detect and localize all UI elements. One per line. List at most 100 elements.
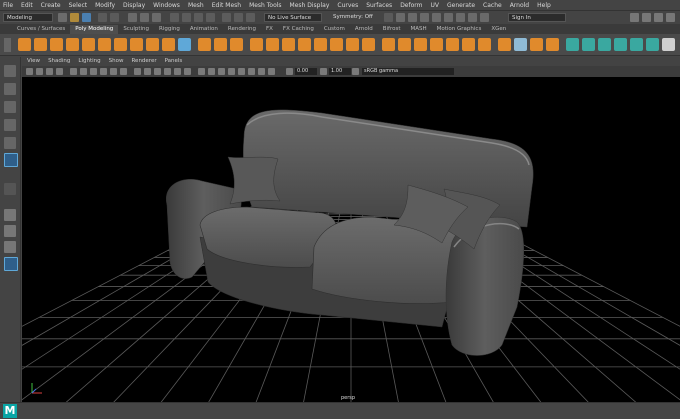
menu-display[interactable]: Display	[123, 2, 145, 9]
shelf-tab-animation[interactable]: Animation	[185, 25, 223, 34]
field-chart-icon[interactable]	[110, 68, 117, 75]
camera-tool-icon[interactable]	[468, 13, 477, 22]
shelf-tab-custom[interactable]: Custom	[319, 25, 350, 34]
panel-menu-renderer[interactable]: Renderer	[131, 58, 156, 64]
multi-cut-icon[interactable]	[362, 38, 375, 51]
shelf-tab-curves-surfaces[interactable]: Curves / Surfaces	[12, 25, 70, 34]
shelf-options-icon[interactable]	[4, 38, 11, 52]
combine-icon[interactable]	[198, 38, 211, 51]
poly-torus-icon[interactable]	[82, 38, 95, 51]
light-editor-icon[interactable]	[456, 13, 465, 22]
render-settings-icon[interactable]	[420, 13, 429, 22]
wireframe-icon[interactable]	[134, 68, 141, 75]
image-plane-icon[interactable]	[56, 68, 63, 75]
safe-action-icon[interactable]	[120, 68, 127, 75]
menu-windows[interactable]: Windows	[153, 2, 180, 9]
select-component-icon[interactable]	[152, 13, 161, 22]
color-management-icon[interactable]	[352, 68, 359, 75]
menu-select[interactable]: Select	[69, 2, 88, 9]
mode-selector[interactable]: Modeling	[3, 13, 53, 22]
menu-modify[interactable]: Modify	[95, 2, 115, 9]
snap-point-icon[interactable]	[246, 13, 255, 22]
menu-surfaces[interactable]: Surfaces	[366, 2, 392, 9]
panel-menu-lighting[interactable]: Lighting	[78, 58, 100, 64]
menu-arnold[interactable]: Arnold	[510, 2, 529, 9]
two-view-icon[interactable]	[4, 241, 16, 253]
resolution-gate-icon[interactable]	[90, 68, 97, 75]
exposure-field[interactable]: 0.00	[295, 68, 317, 75]
layout-uv-icon[interactable]	[662, 38, 675, 51]
circularize-icon[interactable]	[530, 38, 543, 51]
film-gate-icon[interactable]	[80, 68, 87, 75]
extrude-icon[interactable]	[282, 38, 295, 51]
smooth-shade-icon[interactable]	[144, 68, 151, 75]
shelf-tab-mash[interactable]: MASH	[405, 25, 431, 34]
cut-uv-icon[interactable]	[614, 38, 627, 51]
menu-mesh-display[interactable]: Mesh Display	[290, 2, 330, 9]
channel-box-toggle-icon[interactable]	[666, 13, 675, 22]
anti-aliasing-icon[interactable]	[218, 68, 225, 75]
target-weld-icon[interactable]	[382, 38, 395, 51]
outliner-persp-icon[interactable]	[4, 257, 18, 271]
shelf-tab-xgen[interactable]: XGen	[486, 25, 511, 34]
gamma-field[interactable]: 1.00	[329, 68, 351, 75]
shelf-tab-fx-caching[interactable]: FX Caching	[278, 25, 319, 34]
shelf-tab-arnold[interactable]: Arnold	[350, 25, 378, 34]
mirror-icon[interactable]	[266, 38, 279, 51]
bevel-icon[interactable]	[314, 38, 327, 51]
sofa-model[interactable]	[165, 109, 534, 356]
rotate-tool-icon[interactable]	[4, 137, 16, 149]
platonic-solid-icon[interactable]	[130, 38, 143, 51]
render-icon[interactable]	[396, 13, 405, 22]
super-shape-icon[interactable]	[178, 38, 191, 51]
toggle-tool-icon[interactable]	[480, 13, 489, 22]
ipr-render-icon[interactable]	[408, 13, 417, 22]
shelf-tab-poly-modeling[interactable]: Poly Modeling	[70, 25, 119, 34]
textured-icon[interactable]	[164, 68, 171, 75]
camera-attributes-icon[interactable]	[36, 68, 43, 75]
fill-hole-icon[interactable]	[330, 38, 343, 51]
shelf-tab-motion-graphics[interactable]: Motion Graphics	[432, 25, 487, 34]
poly-cube-icon[interactable]	[34, 38, 47, 51]
unfold-uv-icon[interactable]	[646, 38, 659, 51]
viewport-persp[interactable]: persp	[22, 77, 680, 402]
menu-help[interactable]: Help	[537, 2, 551, 9]
new-scene-icon[interactable]	[58, 13, 67, 22]
slide-edge-icon[interactable]	[546, 38, 559, 51]
menu-cache[interactable]: Cache	[483, 2, 502, 9]
xray-icon[interactable]	[248, 68, 255, 75]
uv-editor-icon[interactable]	[566, 38, 579, 51]
poly-sphere-icon[interactable]	[18, 38, 31, 51]
bridge-icon[interactable]	[298, 38, 311, 51]
poly-cylinder-icon[interactable]	[50, 38, 63, 51]
menu-edit[interactable]: Edit	[21, 2, 33, 9]
select-hierarchy-icon[interactable]	[128, 13, 137, 22]
grid-toggle-icon[interactable]	[70, 68, 77, 75]
crease-icon[interactable]	[498, 38, 511, 51]
show-manipulator-icon[interactable]	[4, 183, 16, 195]
shelf-tab-fx[interactable]: FX	[261, 25, 278, 34]
color-space-select[interactable]: sRGB gamma	[362, 68, 454, 75]
attribute-editor-toggle-icon[interactable]	[642, 13, 651, 22]
workspace-icon[interactable]	[630, 13, 639, 22]
menu-uv[interactable]: UV	[431, 2, 440, 9]
open-scene-icon[interactable]	[70, 13, 79, 22]
smooth-icon[interactable]	[230, 38, 243, 51]
four-view-icon[interactable]	[4, 225, 16, 237]
select-vertex-icon[interactable]	[182, 13, 191, 22]
shadows-icon[interactable]	[184, 68, 191, 75]
lights-icon[interactable]	[174, 68, 181, 75]
offset-edge-loop-icon[interactable]	[446, 38, 459, 51]
shelf-tab-bifrost[interactable]: Bifrost	[378, 25, 406, 34]
redo-icon[interactable]	[110, 13, 119, 22]
planar-uv-icon[interactable]	[582, 38, 595, 51]
select-object-icon[interactable]	[140, 13, 149, 22]
motion-blur-icon[interactable]	[208, 68, 215, 75]
depth-of-field-icon[interactable]	[228, 68, 235, 75]
poly-prism-icon[interactable]	[162, 38, 175, 51]
single-view-icon[interactable]	[4, 209, 16, 221]
history-icon[interactable]	[384, 13, 393, 22]
insert-edge-loop-icon[interactable]	[430, 38, 443, 51]
poly-pyramid-icon[interactable]	[146, 38, 159, 51]
poly-disc-icon[interactable]	[114, 38, 127, 51]
